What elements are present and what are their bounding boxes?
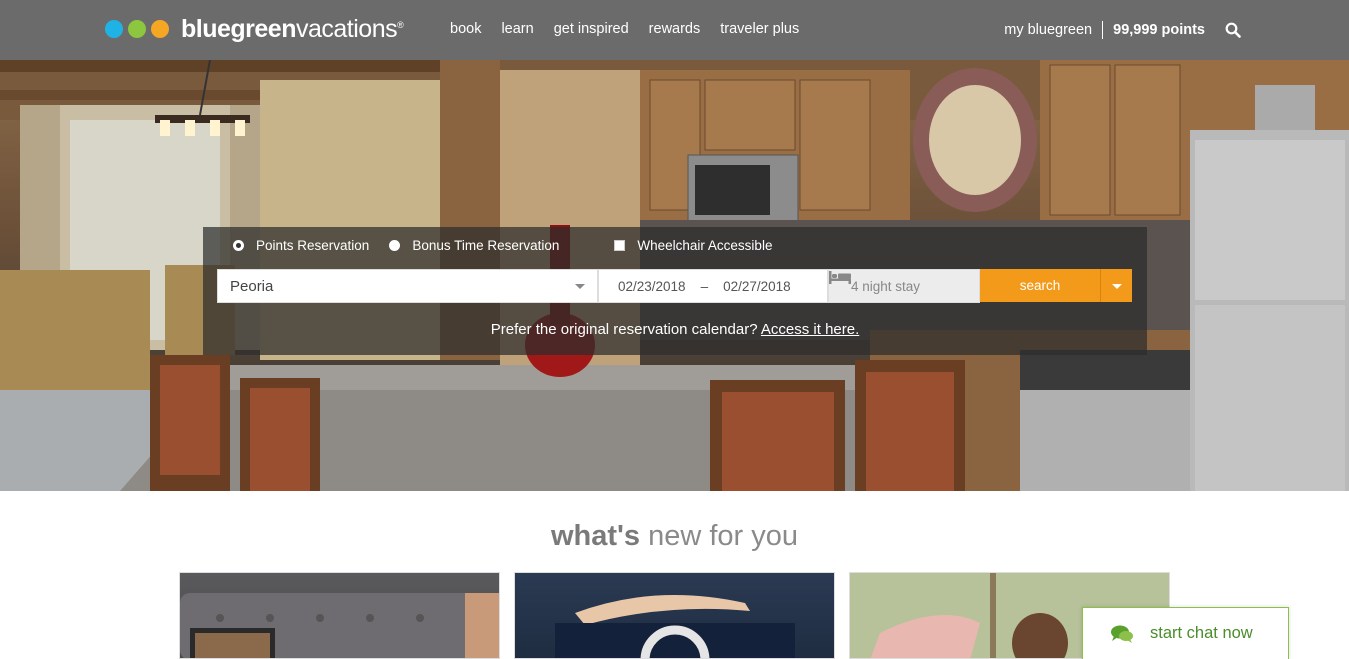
wheelchair-accessible-checkbox[interactable]: Wheelchair Accessible xyxy=(614,238,772,253)
reservation-type-row: Points Reservation Bonus Time Reservatio… xyxy=(233,235,772,255)
top-nav-bar: bluegreenvacations® book learn get inspi… xyxy=(0,0,1349,60)
check-out-date[interactable]: 02/27/2018 xyxy=(723,279,791,294)
card-image-hand xyxy=(555,595,795,658)
prefer-text: Prefer the original reservation calendar… xyxy=(490,321,761,338)
logo-dot-green xyxy=(128,20,146,38)
location-value: Peoria xyxy=(230,278,274,295)
bonus-time-reservation-label: Bonus Time Reservation xyxy=(412,237,560,253)
bed-icon xyxy=(829,271,851,284)
bluegreen-logo[interactable]: bluegreenvacations® xyxy=(105,15,404,43)
nav-book[interactable]: book xyxy=(450,21,481,37)
stay-length-text: 4 night stay xyxy=(851,278,921,294)
main-nav: book learn get inspired rewards traveler… xyxy=(450,21,819,37)
my-bluegreen-link[interactable]: my bluegreen xyxy=(1004,22,1092,38)
search-icon[interactable] xyxy=(1225,22,1241,38)
original-calendar-prompt: Prefer the original reservation calendar… xyxy=(203,321,1147,338)
logo-text: bluegreenvacations® xyxy=(181,15,404,43)
location-select[interactable]: Peoria xyxy=(217,269,598,303)
check-in-date[interactable]: 02/23/2018 xyxy=(618,279,686,294)
start-chat-button[interactable]: start chat now xyxy=(1082,607,1289,659)
nav-rewards[interactable]: rewards xyxy=(649,21,701,37)
reservation-panel: Points Reservation Bonus Time Reservatio… xyxy=(203,227,1147,355)
search-options-dropdown[interactable] xyxy=(1100,269,1132,302)
account-area: my bluegreen 99,999 points xyxy=(1004,21,1241,39)
points-balance[interactable]: 99,999 points xyxy=(1113,22,1205,38)
access-original-calendar-link[interactable]: Access it here. xyxy=(761,321,859,338)
nav-get-inspired[interactable]: get inspired xyxy=(554,21,629,37)
start-chat-label: start chat now xyxy=(1150,624,1253,642)
checkbox-icon[interactable] xyxy=(614,239,626,251)
nav-traveler-plus[interactable]: traveler plus xyxy=(720,21,799,37)
wheelchair-accessible-label: Wheelchair Accessible xyxy=(637,237,773,253)
radio-unselected-icon[interactable] xyxy=(389,239,401,251)
card-image-sofa xyxy=(180,593,499,658)
chat-bubbles-icon xyxy=(1111,625,1133,643)
stay-length: 4 night stay xyxy=(828,269,980,303)
nav-learn[interactable]: learn xyxy=(501,21,533,37)
bonus-time-reservation-radio[interactable]: Bonus Time Reservation xyxy=(389,238,559,253)
search-button[interactable]: search xyxy=(980,269,1100,302)
hero-image: Points Reservation Bonus Time Reservatio… xyxy=(0,60,1349,491)
logo-dot-blue xyxy=(105,20,123,38)
chevron-down-icon[interactable] xyxy=(575,284,585,289)
points-reservation-label: Points Reservation xyxy=(256,237,370,253)
divider xyxy=(1102,21,1104,39)
points-reservation-radio[interactable]: Points Reservation xyxy=(233,238,369,253)
whats-new-heading: what's new for you xyxy=(550,520,799,552)
promo-card[interactable] xyxy=(179,572,500,659)
logo-dot-orange xyxy=(151,20,169,38)
date-separator: – xyxy=(700,278,709,294)
radio-selected-icon[interactable] xyxy=(233,239,244,251)
promo-card[interactable] xyxy=(514,572,835,659)
date-range-picker[interactable]: 02/23/2018 – 02/27/2018 xyxy=(598,269,828,303)
